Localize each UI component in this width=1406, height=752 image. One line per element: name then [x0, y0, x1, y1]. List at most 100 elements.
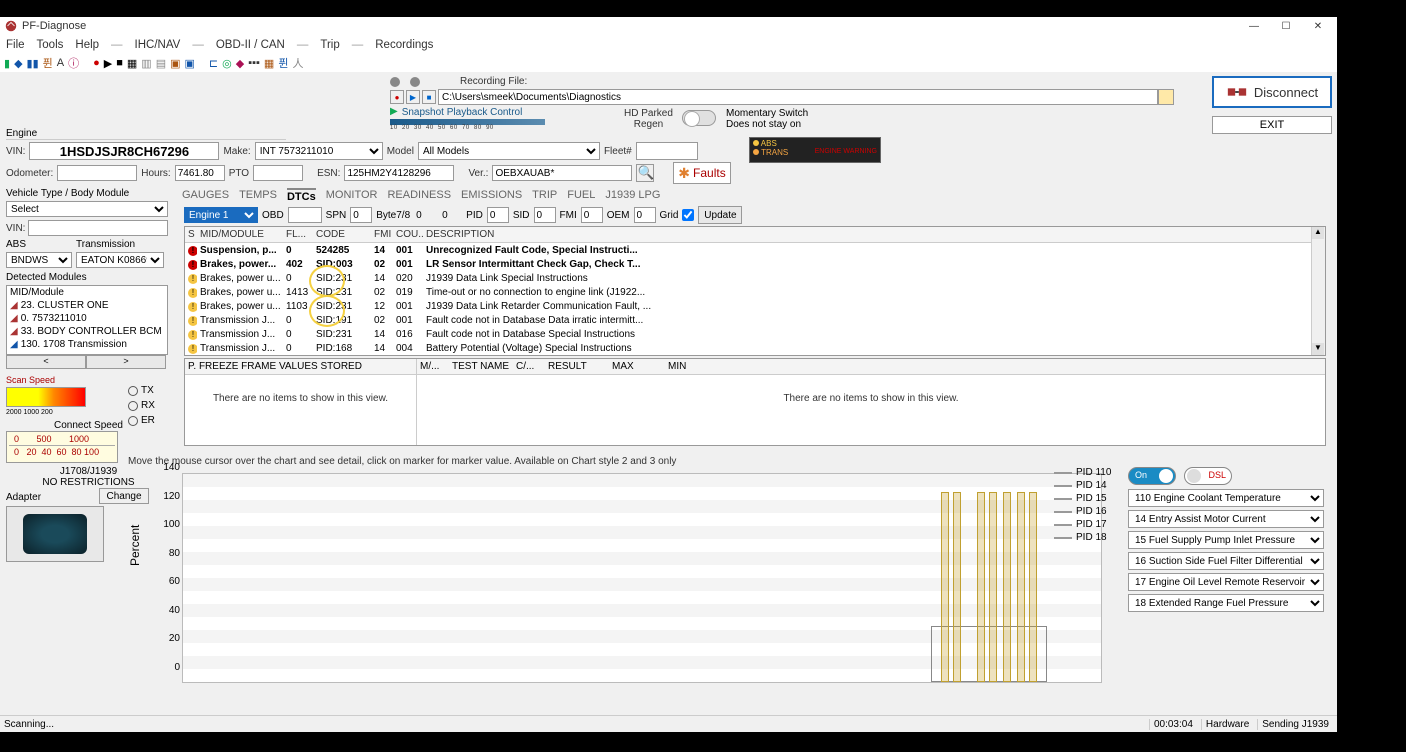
tab-fuel[interactable]: FUEL — [567, 188, 595, 204]
pid-select[interactable]: 18 Extended Range Fuel Pressure — [1128, 594, 1324, 612]
table-row[interactable]: ! Transmission J...0 SID:23114 016Fault … — [185, 327, 1325, 341]
menu-trip[interactable]: Trip — [320, 39, 339, 51]
trans-select[interactable]: EATON K086696 — [76, 252, 164, 268]
toolbar-icon[interactable]: ◆ — [14, 57, 22, 70]
close-button[interactable]: ✕ — [1311, 21, 1325, 32]
oem-input[interactable] — [634, 207, 656, 223]
playback-slider[interactable] — [390, 119, 545, 125]
minimize-button[interactable]: — — [1247, 21, 1261, 32]
fleet-input[interactable] — [636, 142, 698, 160]
pid-select[interactable]: 16 Suction Side Fuel Filter Differential… — [1128, 552, 1324, 570]
toolbar-icon[interactable]: ⊏ — [209, 57, 218, 70]
table-row[interactable]: ! Brakes, power...402 SID:00302 001LR Se… — [185, 257, 1325, 271]
table-row[interactable]: ! Brakes, power u...1413 SID:23102 019Ti… — [185, 285, 1325, 299]
search-button[interactable]: 🔍 — [636, 164, 654, 182]
recording-path-input[interactable] — [438, 89, 1158, 105]
odometer-input[interactable] — [57, 165, 137, 181]
table-row[interactable]: ! Suspension, p...0 52428514 001Unrecogn… — [185, 243, 1325, 257]
er-radio[interactable] — [128, 416, 138, 426]
page-prev[interactable]: < — [6, 355, 86, 369]
exit-button[interactable]: EXIT — [1212, 116, 1332, 134]
make-select[interactable]: INT 7573211010 — [255, 142, 383, 160]
update-button[interactable]: Update — [698, 206, 742, 224]
tab-j1939lpg[interactable]: J1939 LPG — [605, 188, 660, 204]
pid-select[interactable]: 15 Fuel Supply Pump Inlet Pressure — [1128, 531, 1324, 549]
rec-play-btn[interactable]: ▶ — [406, 90, 420, 104]
pid-select[interactable]: 17 Engine Oil Level Remote Reservoir — [1128, 573, 1324, 591]
hd-regen-toggle[interactable] — [682, 110, 716, 126]
engine-filter-select[interactable]: Engine 1 — [184, 207, 258, 223]
toolbar-icon[interactable]: 퓐 — [43, 55, 53, 71]
fmi-input[interactable] — [581, 207, 603, 223]
tab-readiness[interactable]: READINESS — [387, 188, 451, 204]
ver-input[interactable] — [492, 165, 632, 181]
disconnect-button[interactable]: Disconnect — [1212, 76, 1332, 108]
spn-input[interactable] — [350, 207, 372, 223]
esn-input[interactable] — [344, 165, 454, 181]
tab-dtcs[interactable]: DTCs — [287, 188, 316, 204]
scrollbar[interactable]: ▲▼ — [1311, 227, 1325, 355]
pto-input[interactable] — [253, 165, 303, 181]
toolbar-icon[interactable]: ◆ — [236, 57, 244, 70]
table-row[interactable]: ! Brakes, power u...0 SID:23114 020J1939… — [185, 271, 1325, 285]
pid-select[interactable]: 110 Engine Coolant Temperature — [1128, 489, 1324, 507]
abs-select[interactable]: BNDWS — [6, 252, 72, 268]
toolbar-icon[interactable]: 人 — [292, 55, 303, 71]
toolbar: ▮ ◆ ▮▮ 퓐 A ⓘ ● ▶ ■ ▦ ▥ ▤ ▣ ▣ ⊏ ◎ ◆ ▪▪▪ ▦… — [0, 54, 1337, 72]
tab-temps[interactable]: TEMPS — [239, 188, 277, 204]
play-icon[interactable]: ▶ — [104, 57, 112, 70]
toolbar-icon[interactable]: 퓐 — [278, 55, 288, 71]
maximize-button[interactable]: ☐ — [1279, 21, 1293, 32]
sid-input[interactable] — [534, 207, 556, 223]
rec-stop-btn[interactable]: ■ — [422, 90, 436, 104]
table-row[interactable]: ! Brakes, power u...1103 SID:23112 001J1… — [185, 299, 1325, 313]
table-row[interactable]: ! Transmission J...0 PID:16814 004Batter… — [185, 341, 1325, 355]
obd-input[interactable] — [288, 207, 322, 223]
tab-monitor[interactable]: MONITOR — [326, 188, 378, 204]
lp-vin-input[interactable] — [28, 220, 168, 236]
tx-radio[interactable] — [128, 386, 138, 396]
table-row[interactable]: ! Transmission J...0 SID:19102 001Fault … — [185, 313, 1325, 327]
menu-tools[interactable]: Tools — [37, 39, 64, 51]
toolbar-icon[interactable]: ▤ — [156, 57, 166, 70]
tab-emissions[interactable]: EMISSIONS — [461, 188, 522, 204]
tab-trip[interactable]: TRIP — [532, 188, 557, 204]
menu-file[interactable]: File — [6, 39, 25, 51]
page-next[interactable]: > — [86, 355, 166, 369]
chart-canvas[interactable] — [182, 473, 1102, 683]
pid-input[interactable] — [487, 207, 509, 223]
menu-ihcnav[interactable]: IHC/NAV — [135, 39, 181, 51]
toolbar-icon[interactable]: ◎ — [222, 57, 232, 70]
toolbar-icon[interactable]: A — [57, 57, 64, 69]
list-item: ◢33. BODY CONTROLLER BCM — [7, 325, 167, 338]
module-list[interactable]: MID/Module ◢23. CLUSTER ONE ◢0. 75732110… — [6, 285, 168, 355]
toolbar-icon[interactable]: ⓘ — [68, 55, 79, 71]
menu-obdii[interactable]: OBD-II / CAN — [216, 39, 285, 51]
ver-label: Ver.: — [468, 168, 488, 179]
toolbar-icon[interactable]: ▣ — [185, 57, 195, 70]
stop-icon[interactable]: ■ — [116, 57, 123, 69]
dsl-toggle[interactable] — [1184, 467, 1232, 485]
toolbar-icon[interactable]: ▥ — [141, 57, 151, 70]
on-toggle[interactable] — [1128, 467, 1176, 485]
rec-record-btn[interactable]: ● — [390, 90, 404, 104]
menu-recordings[interactable]: Recordings — [375, 39, 433, 51]
toolbar-icon[interactable]: ▮ — [4, 57, 10, 70]
record-icon[interactable]: ● — [93, 57, 100, 69]
menu-help[interactable]: Help — [75, 39, 99, 51]
folder-icon[interactable] — [1158, 89, 1174, 105]
rx-radio[interactable] — [128, 401, 138, 411]
model-select[interactable]: All Models — [418, 142, 600, 160]
toolbar-icon[interactable]: ▣ — [170, 57, 180, 70]
toolbar-icon[interactable]: ▦ — [127, 57, 137, 70]
vin-input[interactable] — [29, 142, 219, 160]
grid-checkbox[interactable] — [682, 209, 694, 221]
hours-input[interactable] — [175, 165, 225, 181]
toolbar-icon[interactable]: ▮▮ — [27, 57, 39, 70]
pid-select[interactable]: 14 Entry Assist Motor Current — [1128, 510, 1324, 528]
vehicle-type-select[interactable]: Select — [6, 201, 168, 217]
toolbar-icon[interactable]: ▦ — [264, 57, 274, 70]
toolbar-icon[interactable]: ▪▪▪ — [248, 57, 260, 69]
fleet-label: Fleet# — [604, 146, 632, 157]
tab-gauges[interactable]: GAUGES — [182, 188, 229, 204]
